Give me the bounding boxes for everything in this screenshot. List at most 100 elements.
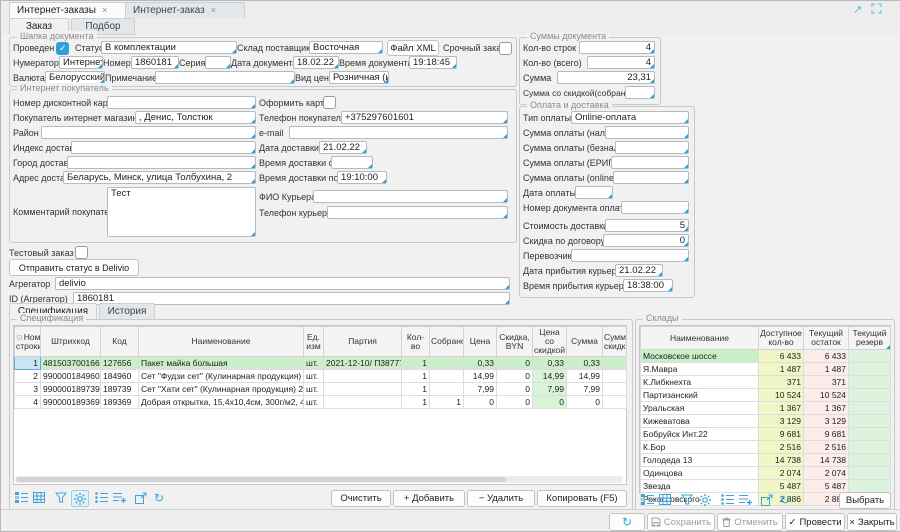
fullscreen-icon[interactable] — [871, 3, 882, 14]
customer-field[interactable]: , Денис, Толстюк — [135, 111, 256, 124]
delivery-cost-field[interactable]: 5 — [605, 219, 689, 232]
email-field[interactable] — [289, 126, 508, 139]
courier-arrival-date-field[interactable]: 21.02.22 — [615, 264, 663, 277]
urgent-order-checkbox[interactable] — [499, 42, 512, 55]
cell-name[interactable]: Бобруйск Инт.22 — [641, 428, 759, 441]
cell-name[interactable]: Одинцова — [641, 467, 759, 480]
column-header-current-balance[interactable]: Текущий остаток — [804, 327, 849, 350]
contract-discount-field[interactable]: 0 — [603, 234, 689, 247]
payment-online-field[interactable] — [613, 171, 689, 184]
cell-discount_sum[interactable] — [603, 396, 627, 409]
cell-reserve[interactable] — [849, 441, 891, 454]
settings-gear-icon[interactable] — [71, 490, 89, 507]
cell-price[interactable]: 0 — [464, 396, 497, 409]
column-header-code[interactable]: Код — [101, 327, 139, 357]
cell-unit[interactable]: шт. — [304, 396, 324, 409]
cell-sum[interactable]: 7,99 — [567, 383, 603, 396]
price-type-field[interactable]: Розничная (и — [329, 71, 389, 84]
table-row[interactable]: Голодеда 1314 73814 738 — [641, 454, 891, 467]
cell-balance[interactable]: 371 — [804, 376, 849, 389]
sum-field[interactable]: 23,31 — [557, 71, 655, 84]
cell-code[interactable]: 184960 — [101, 370, 139, 383]
cell-balance[interactable]: 14 738 — [804, 454, 849, 467]
cell-available[interactable]: 2 516 — [759, 441, 804, 454]
cell-balance[interactable]: 2 516 — [804, 441, 849, 454]
cell-price[interactable]: 0,33 — [464, 357, 497, 370]
cell-name[interactable]: Добрая открытка, 15,4x10,4см, 300г/м2, 4… — [139, 396, 304, 409]
cell-qty[interactable]: 1 — [402, 383, 430, 396]
cell-discount[interactable]: 0 — [497, 396, 533, 409]
total-qty-field[interactable]: 4 — [587, 56, 655, 69]
cell-reserve[interactable] — [849, 376, 891, 389]
reload-icon[interactable]: ↻ — [151, 490, 167, 505]
column-header-discount[interactable]: Скидка, BYN — [497, 327, 533, 357]
copy-button[interactable]: Копировать (F5) — [537, 490, 627, 507]
table-row[interactable]: Партизанский10 52410 524 — [641, 389, 891, 402]
cell-price_disc[interactable]: 14,99 — [533, 370, 567, 383]
table-row[interactable]: 14815037001663127656Пакет майка большаяш… — [15, 357, 627, 370]
table-row[interactable]: 29900001849602184960Сет "Фудзи сет" (Кул… — [15, 370, 627, 383]
cell-reserve[interactable] — [849, 467, 891, 480]
horizontal-scrollbar[interactable] — [15, 476, 623, 483]
discount-sum-field[interactable] — [625, 86, 655, 99]
number-field[interactable]: 1860181 — [131, 56, 179, 69]
clear-button[interactable]: Очистить — [331, 490, 391, 507]
cell-name[interactable]: Кижеватова — [641, 415, 759, 428]
cell-discount_sum[interactable] — [603, 357, 627, 370]
column-header-collected[interactable]: Собрано — [430, 327, 464, 357]
column-header-warehouse-name[interactable]: Наименование — [641, 327, 759, 350]
cell-barcode[interactable]: 9900001893698 — [41, 396, 101, 409]
cell-batch[interactable] — [324, 383, 402, 396]
cell-unit[interactable]: шт. — [304, 383, 324, 396]
scrollbar-thumb[interactable] — [16, 477, 506, 482]
cell-reserve[interactable] — [849, 350, 891, 363]
delivery-date-field[interactable]: 21.02.22 — [319, 141, 367, 154]
cell-barcode[interactable]: 9900001849602 — [41, 370, 101, 383]
column-header-name[interactable]: Наименование — [139, 327, 304, 357]
cell-name[interactable]: К.Бор — [641, 441, 759, 454]
cell-batch[interactable] — [324, 370, 402, 383]
cell-batch[interactable]: 2021-12-10/ П3877707/ — [324, 357, 402, 370]
cell-name[interactable]: Сет "Фудзи сет" (Кулинарная продукция) 4… — [139, 370, 304, 383]
tab-internet-orders[interactable]: Интернет-заказы× — [9, 2, 135, 18]
cell-batch[interactable] — [324, 396, 402, 409]
cell-discount_sum[interactable] — [603, 383, 627, 396]
column-header-sum[interactable]: Сумма — [567, 327, 603, 357]
cell-available[interactable]: 1 367 — [759, 402, 804, 415]
cell-num[interactable]: 3 — [15, 383, 41, 396]
cell-price_disc[interactable]: 0,33 — [533, 357, 567, 370]
table-row[interactable]: Бобруйск Инт.229 6819 681 — [641, 428, 891, 441]
courier-phone-field[interactable] — [327, 206, 508, 219]
cell-balance[interactable]: 2 074 — [804, 467, 849, 480]
table-row[interactable]: Одинцова2 0742 074 — [641, 467, 891, 480]
series-field[interactable] — [205, 56, 231, 69]
open-external-icon[interactable] — [759, 492, 775, 507]
lines-count-field[interactable]: 4 — [579, 41, 655, 54]
post-button[interactable]: ✓ Провести — [785, 513, 845, 531]
cell-name[interactable]: Партизанский — [641, 389, 759, 402]
cell-available[interactable]: 1 487 — [759, 363, 804, 376]
filter-icon[interactable] — [679, 492, 695, 507]
aggregator-field[interactable]: delivio — [55, 277, 510, 290]
cell-discount_sum[interactable] — [603, 370, 627, 383]
posted-checkbox[interactable] — [56, 42, 69, 55]
open-external-icon[interactable] — [133, 490, 149, 505]
buyer-phone-field[interactable]: +375297601601 — [341, 111, 508, 124]
cell-available[interactable]: 2 074 — [759, 467, 804, 480]
column-header-available-qty[interactable]: Доступное кол-во — [759, 327, 804, 350]
delivery-address-field[interactable]: Беларусь, Минск, улица Толбухина, 2 — [63, 171, 256, 184]
close-icon[interactable]: × — [102, 5, 107, 15]
save-button[interactable]: Сохранить — [647, 513, 715, 531]
cell-reserve[interactable] — [849, 389, 891, 402]
cell-barcode[interactable]: 4815037001663 — [41, 357, 101, 370]
cell-name[interactable]: Уральская — [641, 402, 759, 415]
close-button[interactable]: × Закрыть — [847, 513, 897, 531]
cell-balance[interactable]: 6 433 — [804, 350, 849, 363]
cell-discount[interactable]: 0 — [497, 357, 533, 370]
discount-card-field[interactable] — [107, 96, 256, 109]
cell-discount[interactable]: 0 — [497, 383, 533, 396]
cell-code[interactable]: 127656 — [101, 357, 139, 370]
reload-icon[interactable]: ↻ — [777, 492, 793, 507]
table-row[interactable]: Московское шоссе6 4336 433 — [641, 350, 891, 363]
cancel-button[interactable]: Отменить — [717, 513, 783, 531]
